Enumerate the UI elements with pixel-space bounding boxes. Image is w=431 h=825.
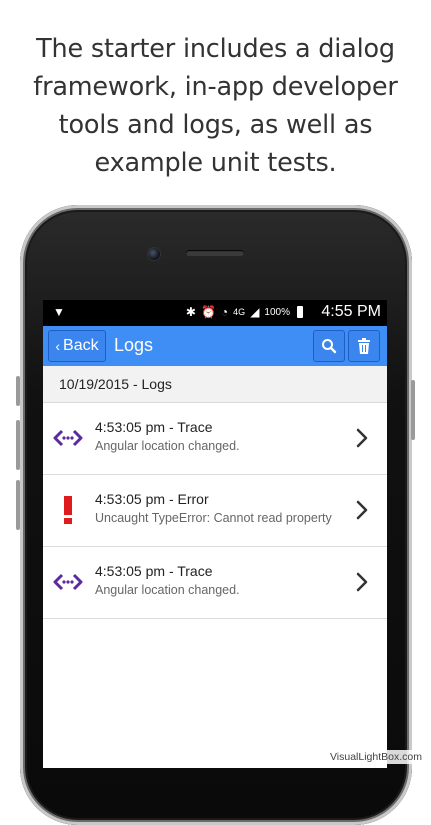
trash-icon: [358, 338, 370, 354]
log-message: Uncaught TypeError: Cannot read property: [95, 511, 332, 525]
battery-percent: 100%: [264, 306, 290, 318]
chevron-right-icon: [356, 572, 368, 592]
bluetooth-icon: ✱: [185, 305, 196, 319]
date-header: 10/19/2015 - Logs: [43, 366, 387, 403]
log-message: Angular location changed.: [95, 439, 240, 453]
battery-icon: [297, 306, 303, 318]
log-list: 4:53:05 pm - Trace Angular location chan…: [43, 403, 387, 619]
date-header-label: 10/19/2015 - Logs: [59, 376, 172, 392]
earpiece-speaker: [186, 250, 244, 256]
log-item[interactable]: 4:53:05 pm - Error Uncaught TypeError: C…: [43, 475, 387, 547]
signal-y-icon: ▼: [53, 305, 65, 319]
phone-screen: ▼ ✱ ⏰ ◔ 4G ◢ 100% 4:55 PM ‹ Back Logs 10…: [43, 300, 387, 768]
watermark: VisualLightBox.com: [326, 750, 425, 764]
chevron-left-icon: ‹: [55, 338, 61, 354]
headline-line: tools and logs, as well as: [58, 110, 373, 140]
log-item[interactable]: 4:53:05 pm - Trace Angular location chan…: [43, 403, 387, 475]
log-title: 4:53:05 pm - Trace: [95, 563, 213, 579]
volume-button: [16, 420, 20, 470]
headline-line: example unit tests.: [94, 148, 337, 178]
lte-label: 4G: [233, 307, 246, 317]
back-button[interactable]: ‹ Back: [48, 330, 106, 362]
log-item[interactable]: 4:53:05 pm - Trace Angular location chan…: [43, 547, 387, 619]
front-camera: [147, 247, 161, 261]
log-title: 4:53:05 pm - Trace: [95, 419, 213, 435]
chevron-right-icon: [356, 428, 368, 448]
trace-icon: [53, 423, 83, 453]
chevron-right-icon: [356, 500, 368, 520]
back-label: Back: [63, 337, 99, 354]
log-title: 4:53:05 pm - Error: [95, 491, 209, 507]
error-icon: [53, 495, 83, 525]
search-icon: [322, 339, 337, 354]
cell-signal-icon: ◢: [250, 305, 260, 319]
nav-bar: ‹ Back Logs: [43, 326, 387, 366]
wifi-icon: ◔: [220, 305, 229, 319]
status-time: 4:55 PM: [321, 303, 381, 320]
trace-icon: [53, 567, 83, 597]
status-icons: ✱ ⏰ ◔ 4G ◢ 100%: [186, 305, 303, 319]
volume-button: [16, 480, 20, 530]
alarm-icon: ⏰: [200, 305, 216, 319]
headline-line: The starter includes a dialog: [36, 34, 395, 64]
delete-button[interactable]: [348, 330, 380, 362]
log-message: Angular location changed.: [95, 583, 240, 597]
headline-line: framework, in-app developer: [33, 72, 398, 102]
page-title: Logs: [114, 335, 154, 355]
power-button: [411, 380, 415, 440]
status-bar: ▼ ✱ ⏰ ◔ 4G ◢ 100% 4:55 PM: [43, 300, 387, 326]
volume-button: [16, 376, 20, 406]
search-button[interactable]: [313, 330, 345, 362]
headline: The starter includes a dialog framework,…: [0, 30, 431, 182]
